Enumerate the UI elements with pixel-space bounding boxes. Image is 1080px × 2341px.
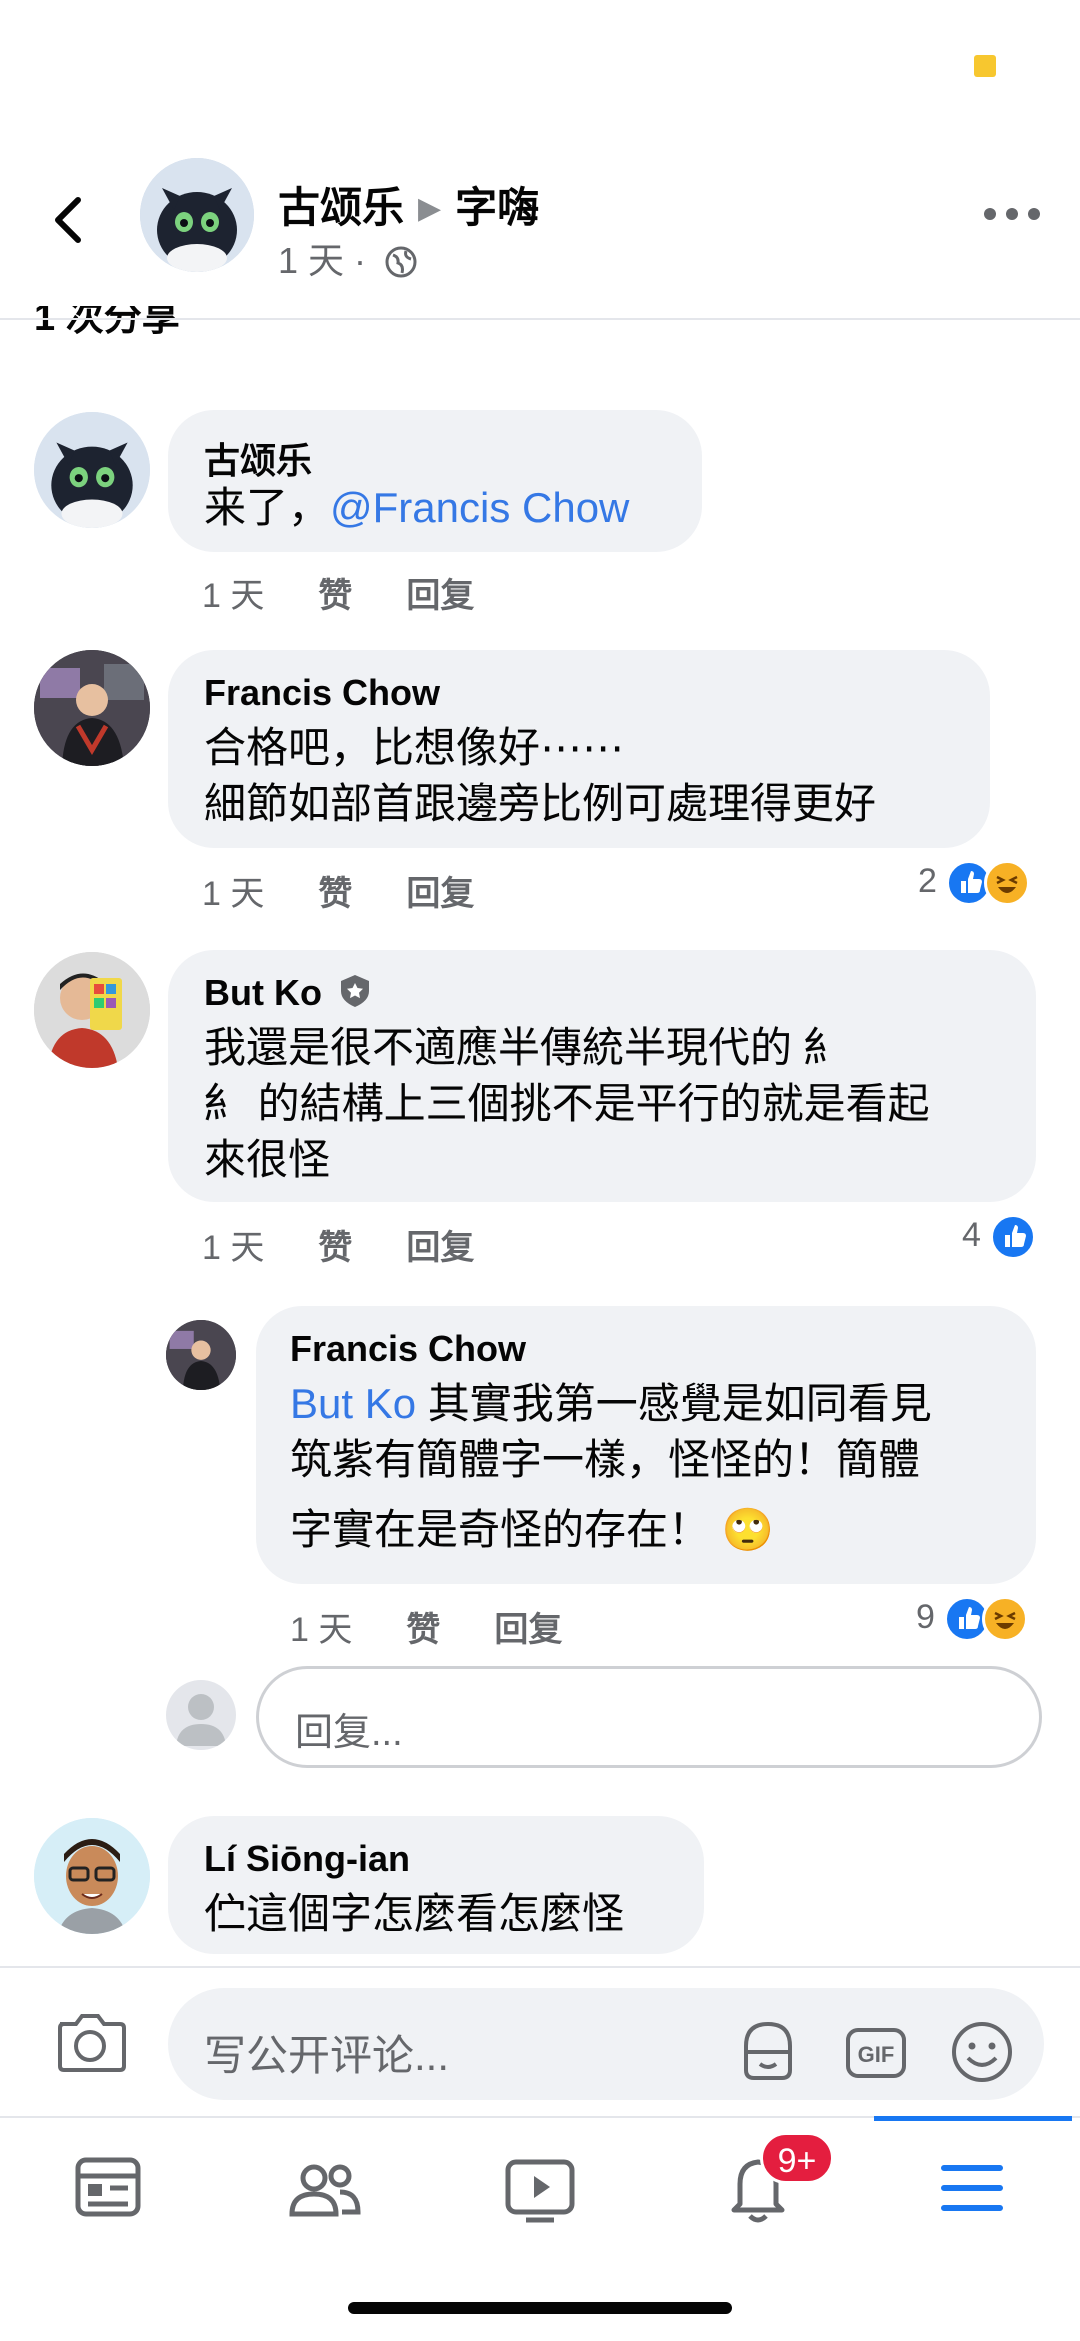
comment-text-line: But Ko 其實我第一感覺是如同看見 [290, 1380, 932, 1427]
dragon-avatar-icon [140, 158, 254, 272]
home-indicator [348, 2302, 732, 2314]
avatar[interactable] [34, 952, 150, 1068]
person-avatar-icon [34, 952, 150, 1068]
reply-button[interactable]: 回复 [494, 1611, 562, 1649]
dragon-avatar-icon [34, 412, 150, 528]
comment-placeholder: 写公开评论... [204, 2032, 450, 2079]
comment-actions: 1 天 赞 回复 [202, 866, 528, 915]
commenter-name[interactable]: But Ko [204, 972, 372, 1014]
like-button[interactable]: 赞 [318, 577, 352, 615]
comment-text: 来了，@Francis Chow [204, 484, 630, 531]
comment-bubble[interactable]: Lí Siōng-ian 伫這個字怎麼看怎麼怪 [168, 1816, 704, 1954]
reply-button[interactable]: 回复 [406, 1229, 474, 1267]
watch-icon[interactable] [500, 2148, 580, 2228]
admin-badge-icon [340, 975, 369, 1007]
post-time[interactable]: 1 天 [278, 240, 344, 281]
svg-text:GIF: GIF [858, 2042, 895, 2067]
comment-bubble[interactable]: But Ko 我還是很不適應半傳統半現代的 ⺯ ⺯ 的結構上三個挑不是平行的就是… [168, 950, 1036, 1202]
active-tab-indicator [874, 2116, 1072, 2121]
comment-actions: 1 天 赞 回复 [202, 1220, 528, 1269]
comment-text-line: 我還是很不適應半傳統半現代的 ⺯ [204, 1024, 846, 1071]
more-options-icon[interactable] [982, 202, 1042, 226]
comment-text-line: 伫這個字怎麼看怎麼怪 [204, 1890, 625, 1937]
post-meta: 1 天 · [278, 232, 418, 284]
reaction-count: 9 [916, 1597, 935, 1636]
news-feed-icon[interactable] [68, 2148, 148, 2228]
person-avatar-icon [166, 1320, 236, 1390]
comment-text-line: 合格吧，比想像好⋯⋯ [204, 724, 625, 771]
globe-icon [385, 246, 417, 278]
mention-link[interactable]: But Ko [290, 1380, 416, 1427]
commenter-name[interactable]: Lí Siōng-ian [204, 1838, 410, 1880]
memoji-avatar-icon [34, 1818, 150, 1934]
post-title: 古颂乐 ▶ 字嗨 [278, 174, 539, 235]
like-button[interactable]: 赞 [406, 1611, 440, 1649]
comment-actions: 1 天 赞 回复 [202, 568, 528, 617]
arrow-right-icon: ▶ [418, 192, 442, 225]
camera-icon[interactable] [52, 2006, 128, 2076]
comment-composer: 写公开评论... GIF [0, 1966, 1080, 2118]
commenter-name[interactable]: Francis Chow [204, 672, 440, 714]
reaction-summary[interactable]: 9 [916, 1596, 1029, 1642]
avatar[interactable] [166, 1320, 236, 1390]
comment-bubble[interactable]: Francis Chow 合格吧，比想像好⋯⋯ 細節如部首跟邊旁比例可處理得更好 [168, 650, 990, 848]
avatar[interactable] [34, 412, 150, 528]
reaction-count: 2 [918, 861, 937, 900]
menu-icon[interactable] [932, 2148, 1012, 2228]
comment-text-line: ⺯ 的結構上三個挑不是平行的就是看起 [204, 1080, 930, 1127]
avatar-sticker-icon[interactable] [732, 2016, 804, 2088]
comment-text-line: 筑紫有簡體字一樣，怪怪的！簡體 [290, 1436, 921, 1483]
friends-icon[interactable] [284, 2148, 364, 2228]
comment-text-line: 細節如部首跟邊旁比例可處理得更好 [204, 780, 877, 827]
reaction-count: 4 [962, 1215, 981, 1254]
commenter-name[interactable]: 古颂乐 [204, 432, 312, 484]
haha-reaction-icon [982, 1596, 1029, 1642]
avatar[interactable] [34, 1818, 150, 1934]
comment-bubble[interactable]: 古颂乐 来了，@Francis Chow [168, 410, 702, 552]
comment-time[interactable]: 1 天 [202, 1229, 264, 1267]
reply-button[interactable]: 回复 [406, 875, 474, 913]
comment-text-line: 字實在是奇怪的存在！ 🙄 [290, 1506, 774, 1553]
author-avatar[interactable] [140, 158, 254, 272]
current-user-avatar [166, 1680, 236, 1750]
share-count[interactable]: 1 次分享 [34, 306, 180, 342]
eye-roll-emoji: 🙄 [721, 1506, 774, 1553]
comment-actions: 1 天 赞 回复 [290, 1602, 616, 1651]
reaction-summary[interactable]: 4 [962, 1214, 1037, 1260]
commenter-name[interactable]: Francis Chow [290, 1328, 526, 1370]
group-name[interactable]: 字嗨 [455, 184, 539, 231]
like-button[interactable]: 赞 [318, 1229, 352, 1267]
gif-icon[interactable]: GIF [840, 2016, 912, 2088]
post-header: 古颂乐 ▶ 字嗨 1 天 · [0, 150, 1080, 320]
reply-button[interactable]: 回复 [406, 577, 474, 615]
emoji-icon[interactable] [946, 2016, 1018, 2088]
mention-link[interactable]: @Francis Chow [330, 484, 629, 531]
comment-time[interactable]: 1 天 [202, 875, 264, 913]
reply-input[interactable]: 回复... [256, 1666, 1042, 1768]
author-name[interactable]: 古颂乐 [278, 184, 404, 231]
comment-text-line: 來很怪 [204, 1136, 331, 1183]
haha-reaction-icon [984, 860, 1031, 906]
reaction-summary[interactable]: 2 [918, 860, 1031, 906]
default-avatar-icon [176, 1694, 226, 1746]
reply-bubble[interactable]: Francis Chow But Ko 其實我第一感覺是如同看見 筑紫有簡體字一… [256, 1306, 1036, 1584]
like-reaction-icon [990, 1214, 1037, 1260]
header-divider [0, 318, 1080, 320]
like-button[interactable]: 赞 [318, 875, 352, 913]
comment-time[interactable]: 1 天 [202, 577, 264, 615]
notifications-badge: 9+ [760, 2132, 834, 2184]
avatar[interactable] [34, 650, 150, 766]
back-icon[interactable] [40, 190, 100, 250]
comment-input[interactable]: 写公开评论... GIF [168, 1988, 1044, 2100]
comment-time[interactable]: 1 天 [290, 1611, 352, 1649]
person-avatar-icon [34, 650, 150, 766]
status-indicator [974, 55, 996, 77]
